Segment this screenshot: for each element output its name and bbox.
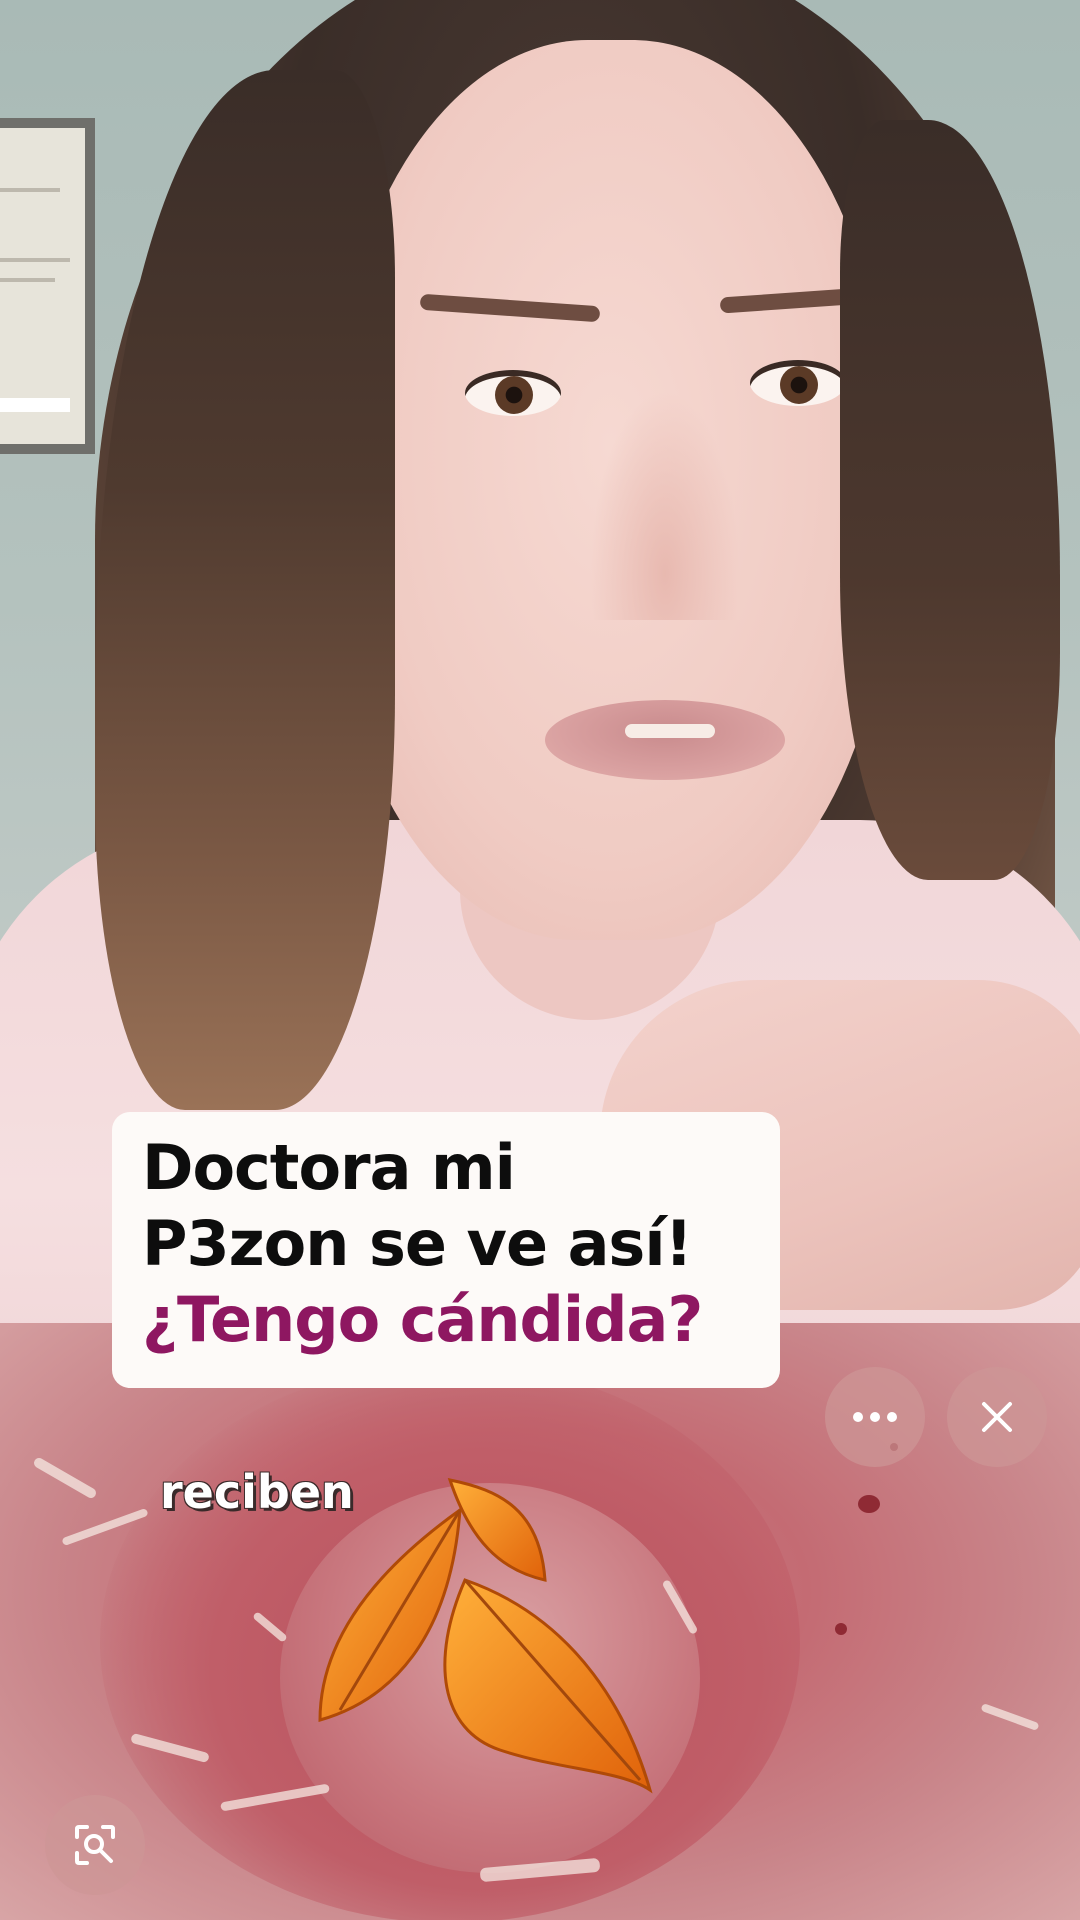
caption-card: Doctora mi P3zon se ve así! ¿Tengo cándi… (112, 1112, 780, 1388)
video-screen: Doctora mi P3zon se ve así! ¿Tengo cándi… (0, 0, 1080, 1920)
wall-certificate (0, 118, 95, 454)
right-eye (750, 360, 846, 406)
caption-line-1: Doctora mi (142, 1131, 516, 1204)
caption-line-2: P3zon se ve así! (142, 1207, 693, 1280)
subtitle-word: reciben (160, 1465, 354, 1519)
mouth (545, 700, 785, 780)
close-button[interactable] (947, 1367, 1047, 1467)
left-eye (465, 370, 561, 416)
nose (590, 390, 740, 620)
close-icon (982, 1402, 1012, 1432)
caption-line-3: ¿Tengo cándida? (142, 1283, 703, 1356)
more-options-button[interactable] (825, 1367, 925, 1467)
hair-left-strand (95, 70, 395, 1110)
more-horizontal-icon (853, 1412, 897, 1422)
visual-search-button[interactable] (45, 1795, 145, 1895)
hair-right-strand (840, 120, 1060, 880)
visual-search-icon (75, 1825, 115, 1865)
autumn-leaves-sticker-icon (318, 1478, 653, 1794)
